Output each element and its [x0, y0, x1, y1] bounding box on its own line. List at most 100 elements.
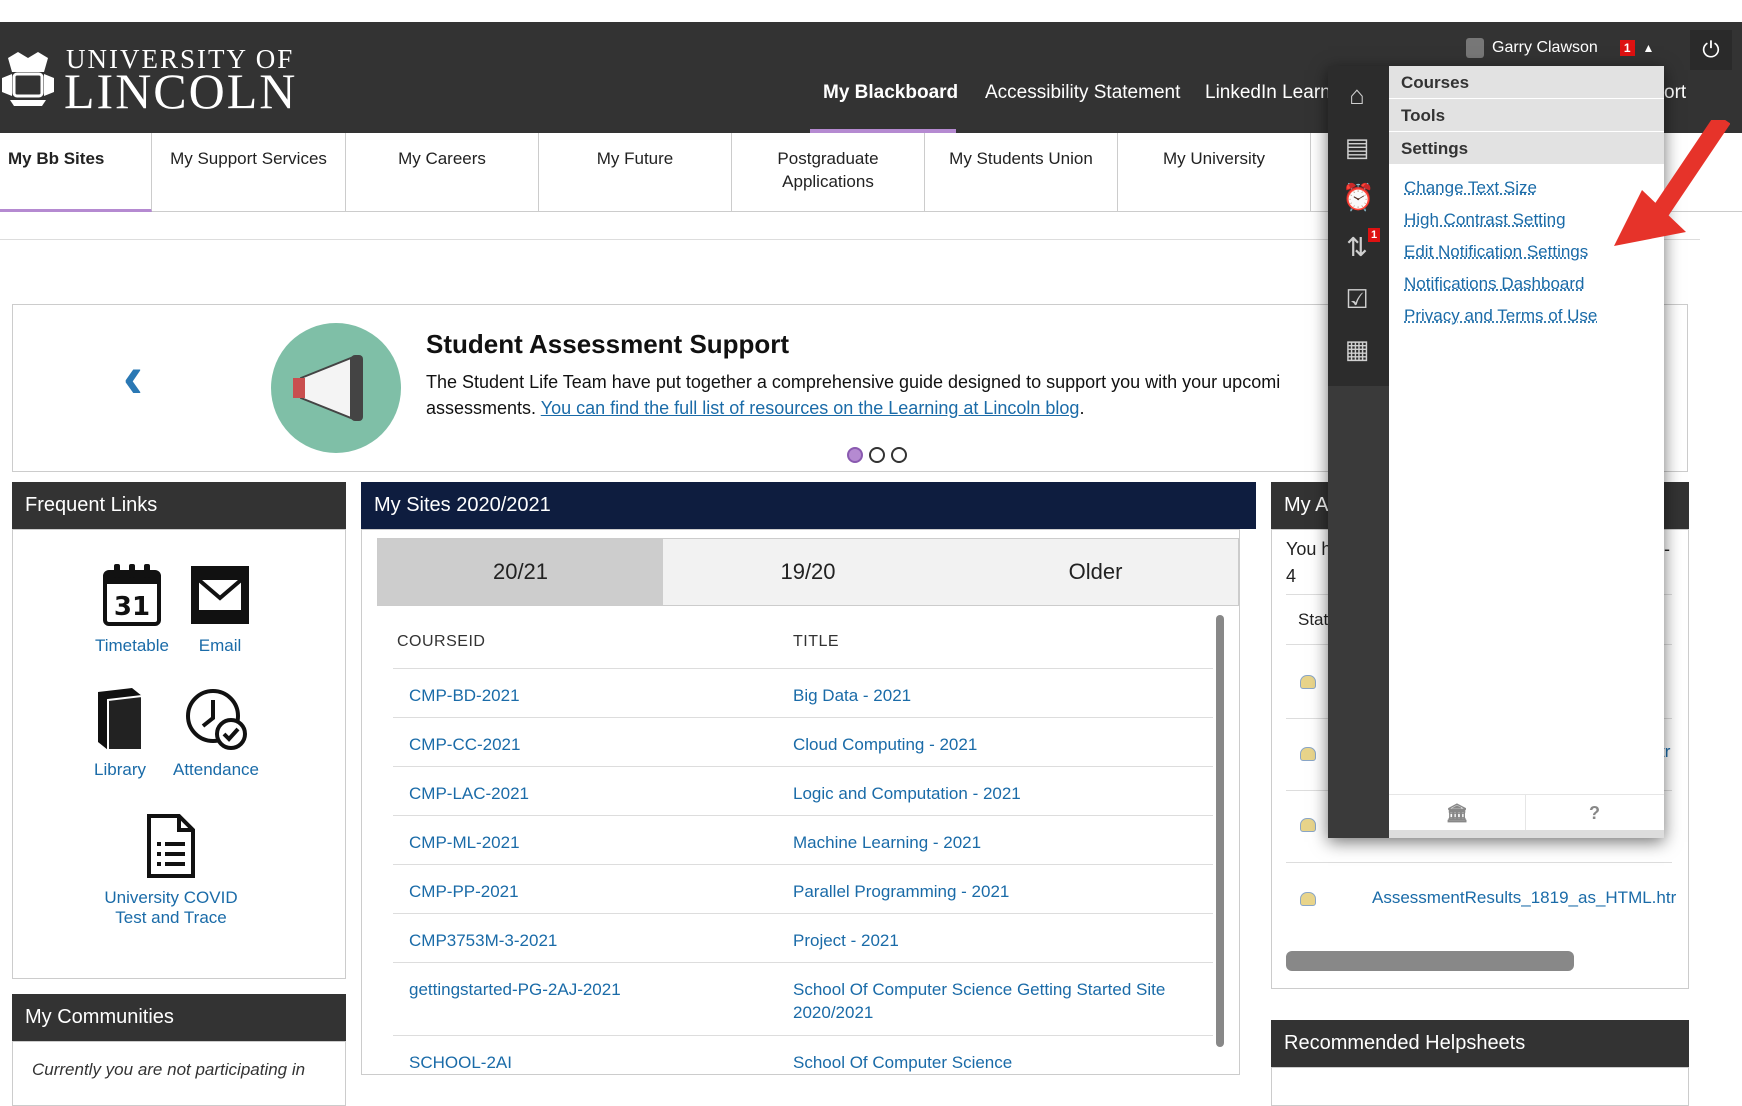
- covid-label-line2: Test and Trace: [115, 908, 227, 927]
- attendance-link[interactable]: Attendance: [166, 686, 266, 780]
- course-title-cell[interactable]: School Of Computer Science Getting Start…: [793, 978, 1165, 1024]
- book-icon: [98, 688, 143, 751]
- email-link[interactable]: Email: [184, 562, 256, 656]
- right-module-text-2: 4: [1286, 566, 1297, 586]
- tab-year-older[interactable]: Older: [953, 539, 1238, 605]
- timetable-label: Timetable: [94, 636, 169, 655]
- top-strip: [0, 0, 1742, 22]
- assessment-results-link[interactable]: AssessmentResults_1819_as_HTML.htr: [1372, 888, 1676, 908]
- course-id-cell[interactable]: CMP-CC-2021: [409, 733, 520, 756]
- course-title-cell[interactable]: Logic and Computation - 2021: [793, 782, 1021, 805]
- menu-bottom-bar: [1389, 830, 1664, 838]
- tab-my-university[interactable]: My University: [1118, 133, 1311, 212]
- right-module-text-tail: -: [1664, 539, 1670, 559]
- carousel-prev-icon[interactable]: ‹: [123, 347, 143, 407]
- user-menu[interactable]: Garry Clawson 1 ▲: [1466, 38, 1654, 58]
- caret-up-icon: ▲: [1642, 41, 1655, 55]
- course-id-cell[interactable]: CMP-BD-2021: [409, 684, 520, 707]
- home-icon[interactable]: 🏛: [1389, 795, 1526, 831]
- tab-postgraduate-applications[interactable]: Postgraduate Applications: [732, 133, 925, 212]
- calendar-icon[interactable]: ▦: [1342, 334, 1372, 364]
- logo-line2: LINCOLN: [64, 63, 298, 119]
- calendar-day: 31: [114, 592, 150, 622]
- carousel-blog-link[interactable]: You can find the full list of resources …: [541, 398, 1080, 418]
- tab-my-students-union[interactable]: My Students Union: [925, 133, 1118, 212]
- privacy-terms-link[interactable]: Privacy and Terms of Use: [1404, 306, 1597, 326]
- row-divider: [393, 1035, 1213, 1036]
- course-title-cell[interactable]: School Of Computer Science: [793, 1051, 1012, 1074]
- row-divider: [393, 815, 1213, 816]
- nav-accessibility-statement[interactable]: Accessibility Statement: [985, 82, 1180, 104]
- course-id-cell[interactable]: CMP-ML-2021: [409, 831, 520, 854]
- sites-scrollbar[interactable]: [1216, 615, 1224, 1047]
- updates-badge: 1: [1368, 228, 1381, 242]
- help-icon[interactable]: ?: [1526, 795, 1663, 831]
- timetable-link[interactable]: 31 Timetable: [78, 562, 186, 656]
- course-title-cell[interactable]: Parallel Programming - 2021: [793, 880, 1009, 903]
- notifications-dashboard-link[interactable]: Notifications Dashboard: [1404, 274, 1584, 294]
- course-title-cell[interactable]: Big Data - 2021: [793, 684, 911, 707]
- envelope-icon: [191, 566, 249, 624]
- crest-icon: [2, 52, 54, 106]
- carousel-text-after: .: [1079, 398, 1085, 418]
- clock-check-icon: [186, 689, 247, 750]
- tab-year-1920[interactable]: 19/20: [663, 539, 953, 605]
- tab-my-careers[interactable]: My Careers: [346, 133, 539, 212]
- logout-power-icon[interactable]: ⏻: [1690, 30, 1732, 70]
- right-module-scrollbar[interactable]: [1286, 951, 1574, 971]
- course-id-cell[interactable]: gettingstarted-PG-2AJ-2021: [409, 978, 621, 1001]
- course-title-cell[interactable]: Project - 2021: [793, 929, 899, 952]
- menu-sidebar: ⌂ ▤ ⏰ ⇅ 1 ☑ ▦: [1328, 66, 1389, 838]
- course-title-cell[interactable]: Cloud Computing - 2021: [793, 733, 977, 756]
- row-divider: [393, 717, 1213, 718]
- helpsheets-header[interactable]: Recommended Helpsheets: [1271, 1020, 1689, 1067]
- nav-my-blackboard[interactable]: My Blackboard: [823, 82, 958, 104]
- file-icon: [1300, 675, 1316, 689]
- menu-footer: 🏛 ?: [1389, 794, 1664, 831]
- nav-support[interactable]: ort: [1664, 82, 1686, 104]
- col-header-courseid[interactable]: COURSEID: [397, 633, 485, 651]
- status-column-header[interactable]: Stat: [1298, 610, 1328, 630]
- carousel-dot-1[interactable]: [847, 447, 863, 463]
- library-label: Library: [94, 760, 146, 779]
- carousel-text-line2: assessments.: [426, 398, 537, 418]
- carousel-text: The Student Life Team have put together …: [426, 369, 1326, 421]
- file-icon: [1300, 892, 1316, 906]
- document-icon: [147, 814, 195, 878]
- avatar-icon: [1466, 38, 1484, 58]
- email-label: Email: [198, 636, 242, 655]
- high-contrast-setting-link[interactable]: High Contrast Setting: [1404, 210, 1566, 230]
- attendance-label: Attendance: [172, 760, 259, 779]
- carousel-dot-3[interactable]: [891, 447, 907, 463]
- inbox-icon[interactable]: ▤: [1342, 132, 1372, 162]
- my-sites-header[interactable]: My Sites 2020/2021: [361, 482, 1256, 529]
- my-communities-header[interactable]: My Communities: [12, 994, 346, 1041]
- course-title-cell[interactable]: Machine Learning - 2021: [793, 831, 981, 854]
- covid-test-trace-link[interactable]: University COVID Test and Trace: [80, 812, 262, 928]
- covid-label-line1: University COVID: [104, 888, 238, 907]
- row-divider: [393, 864, 1213, 865]
- menu-section-courses[interactable]: Courses: [1389, 66, 1664, 99]
- course-id-cell[interactable]: CMP-LAC-2021: [409, 782, 529, 805]
- frequent-links-header[interactable]: Frequent Links: [12, 482, 346, 529]
- col-header-title[interactable]: TITLE: [793, 633, 839, 651]
- tab-my-bb-sites[interactable]: My Bb Sites: [0, 133, 152, 212]
- carousel-dot-2[interactable]: [869, 447, 885, 463]
- row-divider: [393, 962, 1213, 963]
- row-divider: [393, 766, 1213, 767]
- library-link[interactable]: Library: [80, 686, 160, 780]
- nav-linkedin-learning[interactable]: LinkedIn Learn: [1205, 82, 1331, 104]
- tab-year-2021[interactable]: 20/21: [378, 539, 663, 605]
- course-id-cell[interactable]: SCHOOL-2AI: [409, 1051, 512, 1074]
- alarm-icon[interactable]: ⏰: [1342, 182, 1374, 212]
- row-divider: [393, 913, 1213, 914]
- tab-my-future[interactable]: My Future: [539, 133, 732, 212]
- grades-icon[interactable]: ☑: [1342, 284, 1372, 314]
- course-id-cell[interactable]: CMP-PP-2021: [409, 880, 519, 903]
- course-id-cell[interactable]: CMP3753M-3-2021: [409, 929, 557, 952]
- change-text-size-link[interactable]: Change Text Size: [1404, 178, 1537, 198]
- edit-notification-settings-link[interactable]: Edit Notification Settings: [1404, 242, 1588, 262]
- tab-my-support-services[interactable]: My Support Services: [152, 133, 346, 212]
- sites-year-tabs: 20/21 19/20 Older: [377, 538, 1239, 606]
- bb-home-icon[interactable]: ⌂: [1342, 80, 1372, 110]
